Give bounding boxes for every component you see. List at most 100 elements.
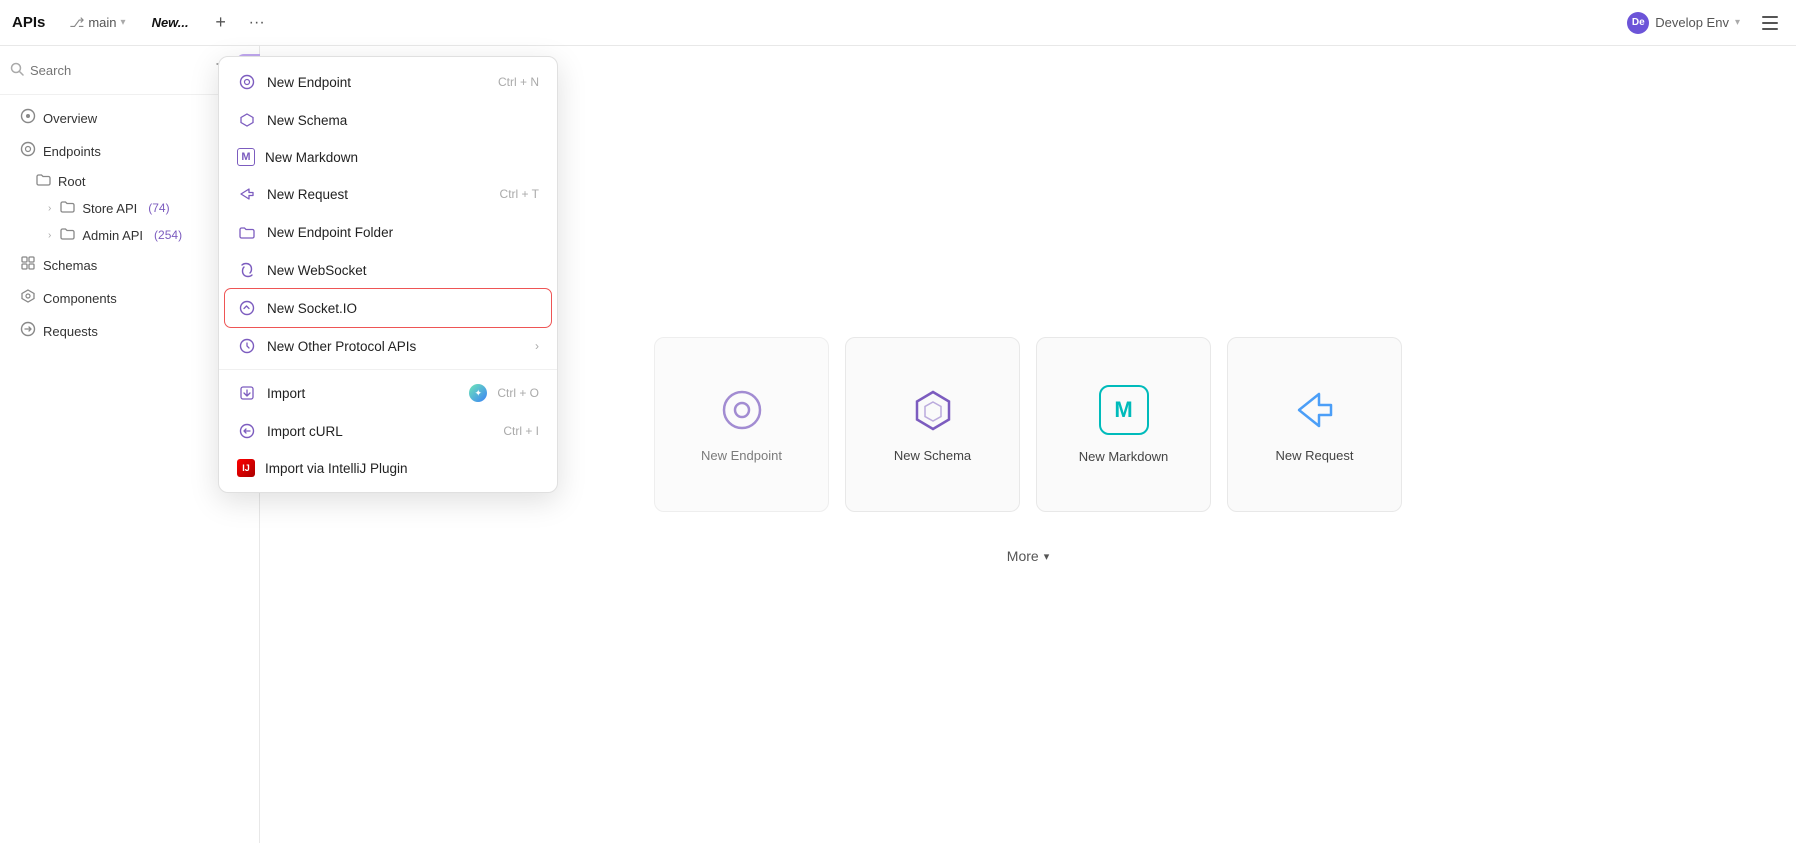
new-socketio-label: New Socket.IO [267, 301, 539, 316]
env-name: Develop Env [1655, 15, 1729, 30]
new-schema-icon [237, 110, 257, 130]
new-schema-card[interactable]: New Schema [845, 337, 1020, 512]
branch-selector[interactable]: ⎇ main ▾ [61, 12, 133, 34]
sidebar-item-schemas[interactable]: Schemas › [6, 249, 253, 281]
search-input[interactable] [30, 63, 206, 78]
dropdown-import-intellij[interactable]: IJ Import via IntelliJ Plugin [219, 450, 557, 486]
new-request-card[interactable]: New Request [1227, 337, 1402, 512]
root-folder-icon [36, 173, 51, 189]
new-markdown-card[interactable]: M New Markdown [1036, 337, 1211, 512]
import-curl-shortcut: Ctrl + I [503, 424, 539, 438]
new-websocket-icon [237, 260, 257, 280]
content-cards: New Endpoint New Schema M New Markdown [634, 317, 1422, 532]
dropdown-new-socketio[interactable]: New Socket.IO [225, 289, 551, 327]
tab-plus-button[interactable]: + [207, 9, 235, 37]
import-curl-label: Import cURL [267, 424, 493, 439]
new-request-icon [237, 184, 257, 204]
dropdown-divider-1 [219, 369, 557, 370]
schema-card-icon [909, 386, 957, 434]
dropdown-import-curl[interactable]: Import cURL Ctrl + I [219, 412, 557, 450]
new-endpoint-icon [237, 72, 257, 92]
sidebar-item-label: Overview [43, 111, 239, 126]
import-badge: ✦ [469, 384, 487, 402]
branch-icon: ⎇ [69, 15, 84, 31]
dropdown-import[interactable]: Import ✦ Ctrl + O [219, 374, 557, 412]
endpoint-card-icon [718, 386, 766, 434]
more-button[interactable]: More ▾ [993, 540, 1063, 572]
import-icon [237, 383, 257, 403]
sidebar-item-label: Root [58, 174, 85, 189]
sidebar-item-label: Endpoints [43, 144, 227, 159]
branch-chevron: ▾ [121, 17, 126, 28]
import-badge-icon: ✦ [469, 384, 487, 402]
new-endpoint-folder-label: New Endpoint Folder [267, 225, 539, 240]
requests-icon [20, 321, 36, 341]
tab-more-button[interactable]: ··· [243, 9, 271, 37]
admin-api-arrow: › [48, 230, 51, 241]
sidebar-item-label: Components [43, 291, 229, 306]
dropdown-new-endpoint[interactable]: New Endpoint Ctrl + N [219, 63, 557, 101]
sidebar-item-root[interactable]: Root [6, 168, 253, 194]
sidebar-item-label: Requests [43, 324, 229, 339]
new-request-label: New Request [267, 187, 490, 202]
sidebar-item-overview[interactable]: Overview [6, 102, 253, 134]
more-chevron: ▾ [1044, 550, 1050, 563]
new-other-protocol-label: New Other Protocol APIs [267, 339, 525, 354]
search-icon [10, 62, 24, 79]
tab-new[interactable]: New... [142, 15, 199, 30]
import-intellij-label: Import via IntelliJ Plugin [265, 461, 539, 476]
new-endpoint-shortcut: Ctrl + N [498, 75, 539, 89]
schema-card-label: New Schema [894, 448, 971, 463]
more-label: More [1007, 548, 1039, 564]
branch-name: main [88, 15, 116, 30]
new-endpoint-label: New Endpoint [267, 75, 488, 90]
sidebar-item-store-api[interactable]: › Store API (74) [6, 195, 253, 221]
sidebar-item-label: Store API [82, 201, 137, 216]
sidebar-item-requests[interactable]: Requests › [6, 315, 253, 347]
hamburger-menu[interactable] [1756, 9, 1784, 37]
endpoints-icon [20, 141, 36, 161]
store-api-count: (74) [148, 201, 169, 215]
new-markdown-label: New Markdown [265, 150, 539, 165]
overview-icon [20, 108, 36, 128]
env-badge: De [1627, 12, 1649, 34]
markdown-card-label: New Markdown [1079, 449, 1169, 464]
sidebar-item-endpoints[interactable]: Endpoints ▾ [6, 135, 253, 167]
new-schema-label: New Schema [267, 113, 539, 128]
request-card-icon [1291, 386, 1339, 434]
dropdown-menu: New Endpoint Ctrl + N New Schema M New M… [218, 56, 558, 493]
import-curl-icon [237, 421, 257, 441]
components-icon [20, 288, 36, 308]
new-other-protocol-arrow: › [535, 339, 539, 353]
new-websocket-label: New WebSocket [267, 263, 539, 278]
schemas-icon [20, 255, 36, 275]
new-request-shortcut: Ctrl + T [500, 187, 539, 201]
dropdown-new-markdown[interactable]: M New Markdown [219, 139, 557, 175]
dropdown-new-websocket[interactable]: New WebSocket [219, 251, 557, 289]
store-api-arrow: › [48, 203, 51, 214]
dropdown-new-schema[interactable]: New Schema [219, 101, 557, 139]
sidebar-item-components[interactable]: Components › [6, 282, 253, 314]
sidebar-item-label: Admin API [82, 228, 143, 243]
main-layout: Overview Endpoints ▾ Root › [0, 46, 1796, 843]
new-markdown-icon: M [237, 148, 255, 166]
admin-api-folder-icon [60, 227, 75, 243]
import-intellij-icon: IJ [237, 459, 255, 477]
new-endpoint-folder-icon [237, 222, 257, 242]
request-card-label: New Request [1275, 448, 1353, 463]
store-api-folder-icon [60, 200, 75, 216]
sidebar-item-label: Schemas [43, 258, 229, 273]
sidebar-item-admin-api[interactable]: › Admin API (254) [6, 222, 253, 248]
endpoint-card-label: New Endpoint [701, 448, 782, 463]
import-label: Import [267, 386, 459, 401]
dropdown-new-endpoint-folder[interactable]: New Endpoint Folder [219, 213, 557, 251]
app-title: APIs [12, 14, 45, 31]
topbar: APIs ⎇ main ▾ New... + ··· De Develop En… [0, 0, 1796, 46]
env-selector[interactable]: De Develop Env ▾ [1619, 9, 1748, 37]
new-other-protocol-icon [237, 336, 257, 356]
new-endpoint-card[interactable]: New Endpoint [654, 337, 829, 512]
markdown-card-icon: M [1099, 385, 1149, 435]
dropdown-new-request[interactable]: New Request Ctrl + T [219, 175, 557, 213]
env-chevron: ▾ [1735, 17, 1740, 28]
dropdown-new-other-protocol[interactable]: New Other Protocol APIs › [219, 327, 557, 365]
